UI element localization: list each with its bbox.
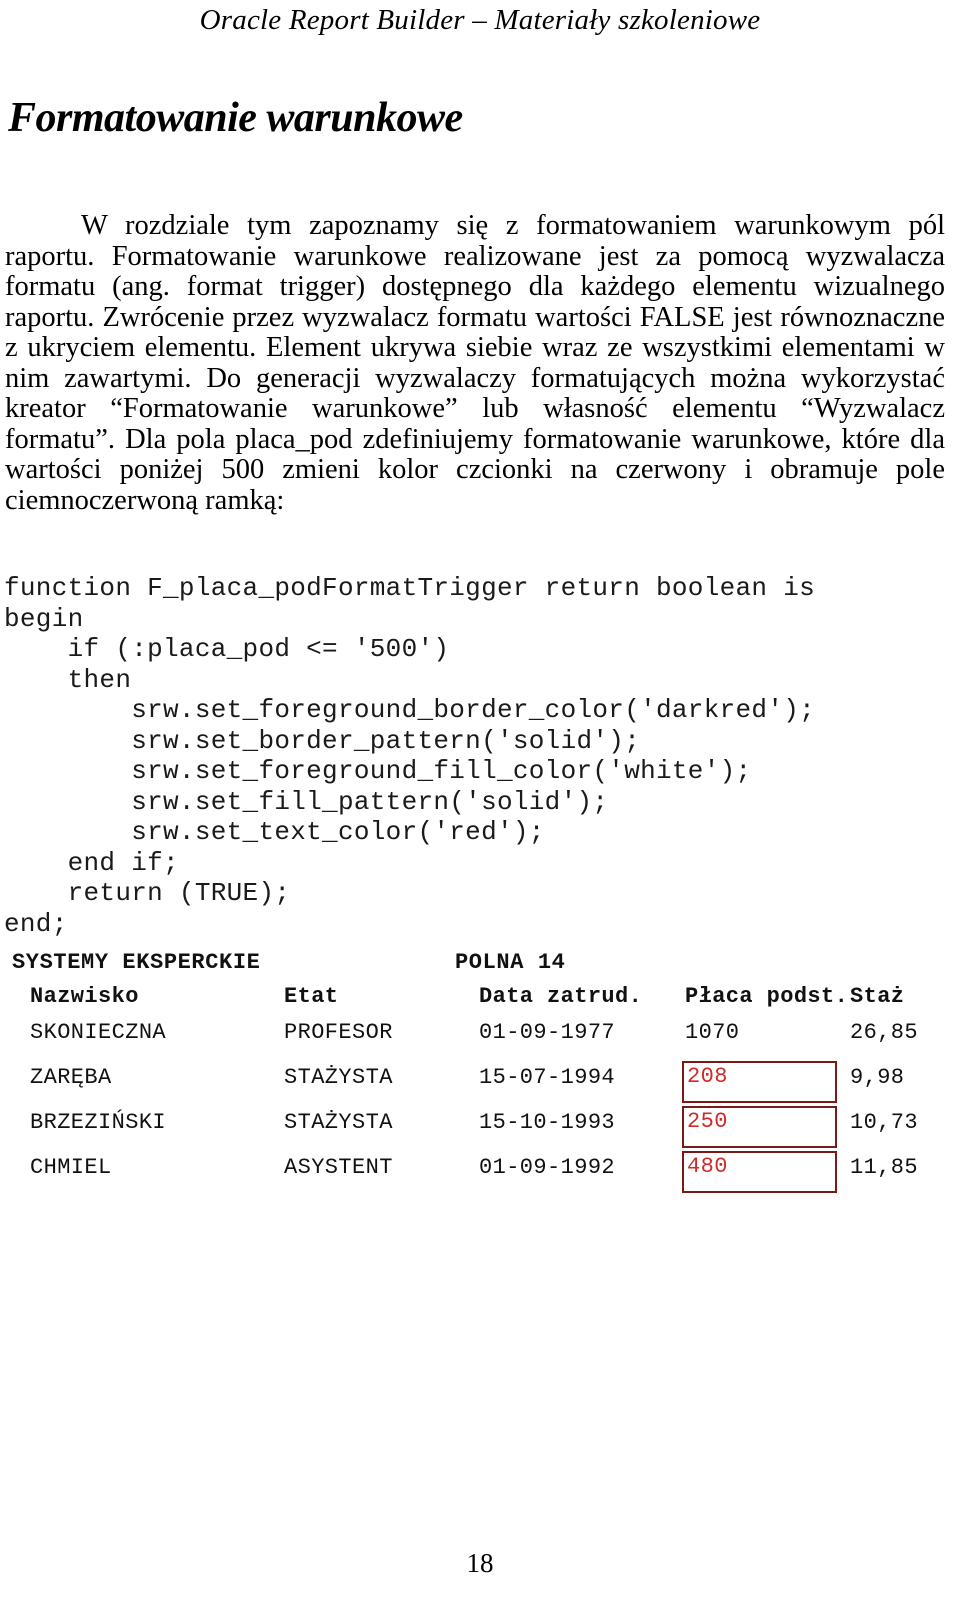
cell-placa-podst-highlighted: 250 bbox=[682, 1106, 837, 1148]
cell-staz: 11,85 bbox=[850, 1155, 919, 1180]
report-column-headers: Nazwisko Etat Data zatrud. Płaca podst. … bbox=[12, 984, 952, 1020]
report-title-row: SYSTEMY EKSPERCKIE POLNA 14 bbox=[12, 950, 952, 984]
cell-nazwisko: SKONIECZNA bbox=[30, 1020, 167, 1045]
page-title: Formatowanie warunkowe bbox=[8, 95, 463, 142]
report-output: SYSTEMY EKSPERCKIE POLNA 14 Nazwisko Eta… bbox=[12, 950, 952, 1200]
cell-nazwisko: ZARĘBA bbox=[30, 1065, 112, 1090]
report-company-address: POLNA 14 bbox=[455, 950, 566, 975]
cell-etat: STAŻYSTA bbox=[284, 1110, 393, 1135]
running-header: Oracle Report Builder – Materiały szkole… bbox=[199, 4, 761, 36]
column-header-placa-podst: Płaca podst. bbox=[685, 984, 849, 1009]
column-header-data-zatrud: Data zatrud. bbox=[479, 984, 643, 1009]
table-row: BRZEZIŃSKI STAŻYSTA 15-10-1993 250 10,73 bbox=[12, 1106, 952, 1155]
document-page: Oracle Report Builder – Materiały szkole… bbox=[0, 0, 960, 1605]
cell-nazwisko: CHMIEL bbox=[30, 1155, 112, 1180]
cell-staz: 10,73 bbox=[850, 1110, 919, 1135]
intro-paragraph: W rozdziale tym zapoznamy się z formatow… bbox=[5, 210, 945, 516]
table-row: ZARĘBA STAŻYSTA 15-07-1994 208 9,98 bbox=[12, 1061, 952, 1110]
cell-placa-podst: 1070 bbox=[685, 1020, 740, 1045]
cell-data-zatrud: 01-09-1977 bbox=[479, 1020, 616, 1045]
cell-data-zatrud: 01-09-1992 bbox=[479, 1155, 616, 1180]
cell-data-zatrud: 15-07-1994 bbox=[479, 1065, 616, 1090]
table-row: SKONIECZNA PROFESOR 01-09-1977 1070 26,8… bbox=[12, 1020, 952, 1065]
body-text-block: W rozdziale tym zapoznamy się z formatow… bbox=[5, 210, 945, 516]
cell-etat: STAŻYSTA bbox=[284, 1065, 393, 1090]
page-number: 18 bbox=[466, 1548, 494, 1578]
cell-data-zatrud: 15-10-1993 bbox=[479, 1110, 616, 1135]
cell-placa-podst-highlighted: 480 bbox=[682, 1151, 837, 1193]
cell-placa-podst-highlighted: 208 bbox=[682, 1061, 837, 1103]
table-row: CHMIEL ASYSTENT 01-09-1992 480 11,85 bbox=[12, 1151, 952, 1200]
code-listing: function F_placa_podFormatTrigger return… bbox=[4, 573, 816, 939]
report-company-name: SYSTEMY EKSPERCKIE bbox=[12, 950, 261, 975]
column-header-nazwisko: Nazwisko bbox=[30, 984, 139, 1009]
cell-nazwisko: BRZEZIŃSKI bbox=[30, 1110, 167, 1135]
cell-etat: ASYSTENT bbox=[284, 1155, 393, 1180]
column-header-staz: Staż bbox=[850, 984, 905, 1009]
cell-etat: PROFESOR bbox=[284, 1020, 393, 1045]
column-header-etat: Etat bbox=[284, 984, 339, 1009]
cell-staz: 26,85 bbox=[850, 1020, 919, 1045]
cell-staz: 9,98 bbox=[850, 1065, 905, 1090]
